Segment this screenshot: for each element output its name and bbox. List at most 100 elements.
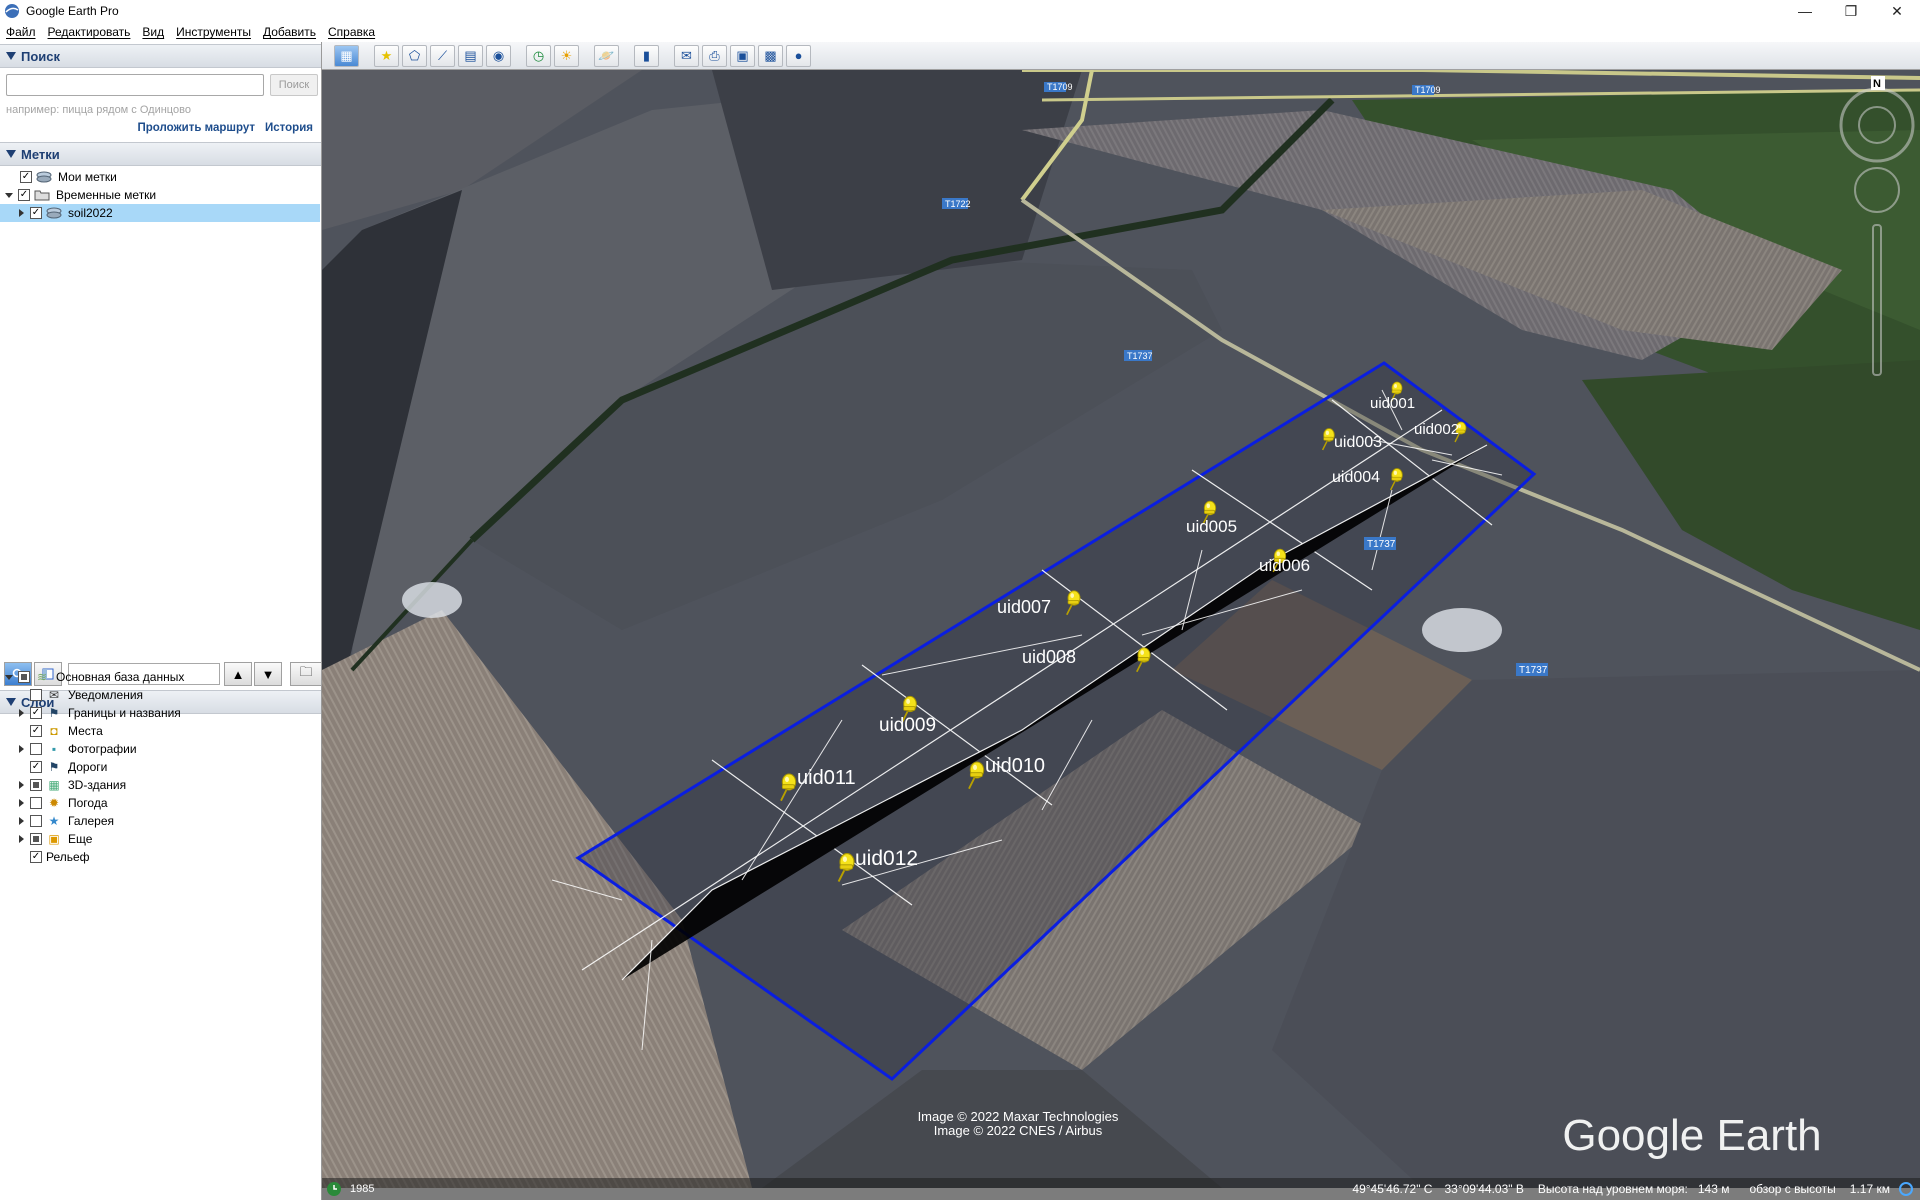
layer-item-label: Рельеф bbox=[46, 850, 90, 864]
layer-item[interactable]: ▪ Фотографии bbox=[16, 740, 137, 758]
menu-add[interactable]: Добавить bbox=[263, 25, 316, 39]
sunlight-button[interactable]: ☀ bbox=[554, 44, 579, 67]
imagery-year: 1985 bbox=[350, 1183, 375, 1195]
checkbox[interactable]: ✓ bbox=[30, 725, 42, 737]
expand-icon[interactable] bbox=[16, 208, 26, 218]
add-polygon-button[interactable]: ⬠ bbox=[402, 44, 427, 67]
road-label: T1737 bbox=[1367, 539, 1396, 550]
places-item-my-places[interactable]: ✓ Мои метки bbox=[20, 168, 320, 186]
search-input[interactable] bbox=[6, 74, 264, 96]
ruler-button[interactable]: ▮ bbox=[634, 44, 659, 67]
placemark-label[interactable]: uid010 bbox=[985, 755, 1045, 777]
layer-item[interactable]: ✹ Погода bbox=[16, 794, 108, 812]
expand-icon[interactable] bbox=[16, 798, 26, 808]
layer-item[interactable]: ✓ ⚑ Границы и названия bbox=[16, 704, 181, 722]
move-up-button[interactable]: ▲ bbox=[224, 662, 252, 686]
layer-item[interactable]: ✉ Уведомления bbox=[16, 686, 143, 704]
sidebar-icon: ▦ bbox=[340, 47, 353, 63]
placemark-label[interactable]: uid001 bbox=[1370, 395, 1415, 412]
checkbox[interactable]: ✓ bbox=[18, 189, 30, 201]
checkbox[interactable] bbox=[30, 743, 42, 755]
folder-menu-button[interactable]: 🗀 bbox=[290, 662, 322, 686]
checkbox[interactable]: ✓ bbox=[30, 761, 42, 773]
folder-icon: 🗀 bbox=[299, 664, 313, 679]
email-button[interactable]: ✉ bbox=[674, 44, 699, 67]
minimize-button[interactable]: — bbox=[1782, 0, 1828, 22]
placemark-label[interactable]: uid004 bbox=[1332, 469, 1380, 486]
globe-icon: ● bbox=[794, 48, 803, 63]
expand-icon[interactable] bbox=[16, 816, 26, 826]
layer-item[interactable]: ✓ ⚑ Дороги bbox=[16, 758, 107, 776]
expand-icon[interactable] bbox=[16, 780, 26, 790]
layer-item[interactable]: ≋ Основная база данных bbox=[4, 668, 184, 686]
search-panel-header[interactable]: Поиск bbox=[0, 44, 321, 68]
add-image-overlay-button[interactable]: ▤ bbox=[458, 44, 483, 67]
layer-item-label: Уведомления bbox=[68, 688, 144, 702]
layer-item[interactable]: ✓ Рельеф bbox=[16, 848, 90, 866]
placemark-label[interactable]: uid012 bbox=[855, 847, 918, 870]
checkbox[interactable] bbox=[18, 671, 30, 683]
sidebar-toggle-button[interactable]: ▦ bbox=[334, 44, 359, 67]
checkbox[interactable] bbox=[30, 779, 42, 791]
checkbox[interactable]: ✓ bbox=[20, 171, 32, 183]
route-link[interactable]: Проложить маршрут bbox=[137, 122, 255, 134]
close-button[interactable]: ✕ bbox=[1874, 0, 1920, 22]
add-placemark-button[interactable]: ★ bbox=[374, 44, 399, 67]
layer-item[interactable]: ✓ ◘ Места bbox=[16, 722, 103, 740]
placemark-label[interactable]: uid003 bbox=[1334, 434, 1382, 451]
eye-altitude-label: обзор с высоты bbox=[1749, 1182, 1836, 1196]
expand-icon[interactable] bbox=[4, 672, 14, 682]
checkbox[interactable] bbox=[30, 815, 42, 827]
checkbox[interactable] bbox=[30, 797, 42, 809]
compass-north[interactable]: N bbox=[1873, 78, 1881, 90]
window-title: Google Earth Pro bbox=[26, 4, 119, 18]
places-panel-header[interactable]: Метки bbox=[0, 142, 321, 166]
historical-imagery-icon[interactable] bbox=[326, 1181, 342, 1197]
expand-icon[interactable] bbox=[16, 744, 26, 754]
checkbox[interactable] bbox=[30, 833, 42, 845]
historical-imagery-button[interactable]: ◷ bbox=[526, 44, 551, 67]
layer-item[interactable]: ▣ Еще bbox=[16, 830, 92, 848]
menu-tools[interactable]: Инструменты bbox=[176, 25, 251, 39]
print-button[interactable]: ⎙ bbox=[702, 44, 727, 67]
earth-gallery-button[interactable]: ● bbox=[786, 44, 811, 67]
expand-icon[interactable] bbox=[16, 834, 26, 844]
placemark-label[interactable]: uid009 bbox=[879, 715, 936, 736]
placemark-label[interactable]: uid006 bbox=[1259, 556, 1310, 575]
collapse-icon bbox=[6, 52, 16, 60]
checkbox[interactable]: ✓ bbox=[30, 851, 42, 863]
placemark-label[interactable]: uid002 bbox=[1414, 421, 1459, 438]
map-view[interactable]: uid001 uid002 uid003 uid004 uid005 uid006 uid0… bbox=[322, 70, 1920, 1188]
checkbox[interactable] bbox=[30, 689, 42, 701]
places-item-soil2022[interactable]: ✓ soil2022 bbox=[0, 204, 320, 222]
layer-item-label: Фотографии bbox=[68, 742, 137, 756]
places-item-temporary[interactable]: ✓ Временные метки bbox=[4, 186, 320, 204]
add-path-button[interactable]: ⟋ bbox=[430, 44, 455, 67]
restore-button[interactable]: ❐ bbox=[1828, 0, 1874, 22]
checkbox[interactable]: ✓ bbox=[30, 707, 42, 719]
menu-edit[interactable]: Редактировать bbox=[48, 25, 131, 39]
elevation-value: 143 м bbox=[1697, 1182, 1730, 1196]
menu-help[interactable]: Справка bbox=[328, 25, 375, 39]
history-link[interactable]: История bbox=[265, 122, 313, 134]
layer-item[interactable]: ▦ 3D-здания bbox=[16, 776, 126, 794]
checkbox[interactable]: ✓ bbox=[30, 207, 42, 219]
expand-icon[interactable] bbox=[4, 190, 14, 200]
move-down-button[interactable]: ▼ bbox=[254, 662, 282, 686]
placemark-label[interactable]: uid005 bbox=[1186, 517, 1237, 536]
placemark-label[interactable]: uid011 bbox=[797, 767, 856, 789]
search-button[interactable]: Поиск bbox=[270, 74, 318, 96]
save-image-button[interactable]: ▣ bbox=[730, 44, 755, 67]
satellite-imagery[interactable]: uid001 uid002 uid003 uid004 uid005 uid006 uid0… bbox=[322, 70, 1920, 1188]
layer-item-label: Места bbox=[68, 724, 103, 738]
switch-planet-button[interactable]: 🪐 bbox=[594, 44, 619, 67]
expand-icon[interactable] bbox=[16, 708, 26, 718]
collapse-icon bbox=[6, 150, 16, 158]
view-in-maps-button[interactable]: ▩ bbox=[758, 44, 783, 67]
placemark-label[interactable]: uid007 bbox=[997, 597, 1051, 617]
layer-item[interactable]: ★ Галерея bbox=[16, 812, 114, 830]
record-tour-button[interactable]: ◉ bbox=[486, 44, 511, 67]
placemark-label[interactable]: uid008 bbox=[1022, 647, 1076, 667]
menu-file[interactable]: Файл bbox=[6, 25, 36, 39]
menu-view[interactable]: Вид bbox=[142, 25, 164, 39]
